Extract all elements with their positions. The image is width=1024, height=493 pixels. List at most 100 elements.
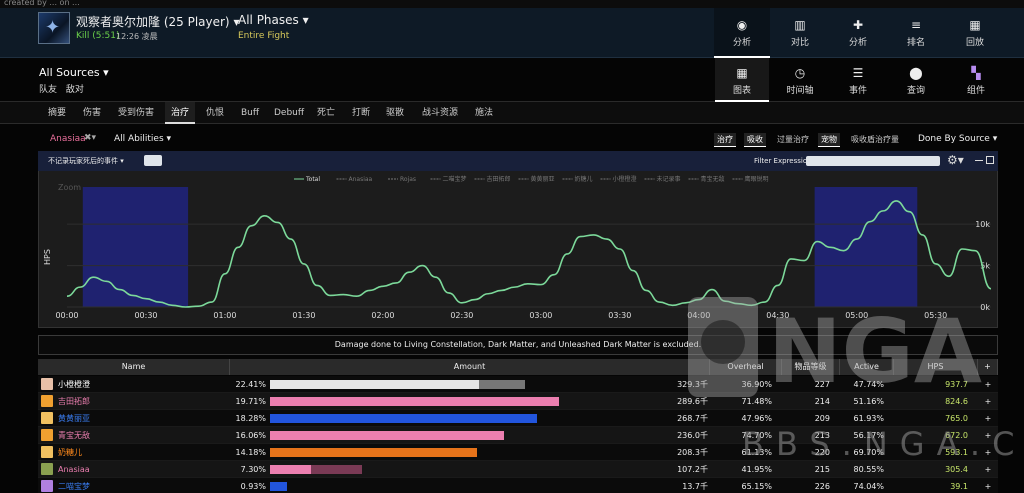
toggle-3[interactable]: 宠物 bbox=[818, 133, 840, 147]
amount-bar bbox=[270, 482, 288, 491]
x-tick-label: 02:30 bbox=[450, 311, 473, 320]
amount-percent: 19.71% bbox=[235, 397, 266, 406]
view-list[interactable]: ☰ 事件 bbox=[831, 58, 885, 102]
overheal-value: 71.48% bbox=[741, 397, 772, 406]
player-name[interactable]: 二喵宝梦 bbox=[58, 478, 90, 493]
topnav-label: 回放 bbox=[965, 38, 984, 48]
chevron-down-icon: ▾ bbox=[166, 134, 172, 144]
amount-percent: 0.93% bbox=[240, 482, 266, 491]
legend-entry: 小橙橙澄 bbox=[613, 175, 637, 183]
all-sources-dropdown[interactable]: All Sources ▾ bbox=[39, 66, 109, 79]
avatar bbox=[41, 395, 53, 407]
toggle-2[interactable]: 过量治疗 bbox=[774, 133, 812, 146]
topnav-replay[interactable]: ▦ 回放 bbox=[947, 8, 1003, 58]
expand-button[interactable]: + bbox=[978, 393, 998, 410]
column-header-6[interactable]: + bbox=[978, 359, 998, 375]
friendly-toggle[interactable]: 队友 bbox=[39, 85, 57, 95]
view-clock[interactable]: ◷ 时间轴 bbox=[773, 58, 827, 102]
column-header-2[interactable]: Overheal bbox=[710, 359, 782, 375]
topnav-puzzle[interactable]: ✚ 分析 bbox=[830, 8, 886, 58]
view-label: 时间轴 bbox=[786, 86, 814, 96]
gear-icon[interactable]: ⚙▾ bbox=[947, 153, 964, 167]
player-filter[interactable]: Anasiaa bbox=[50, 134, 86, 144]
player-name[interactable]: 奶糖儿 bbox=[58, 444, 82, 461]
tab-6[interactable]: Debuff bbox=[268, 102, 310, 124]
maximize-icon[interactable] bbox=[986, 156, 994, 164]
tab-3[interactable]: 治疗 bbox=[165, 102, 196, 124]
x-tick-label: 04:30 bbox=[766, 311, 789, 320]
zoom-label: Zoom bbox=[58, 183, 81, 192]
player-name[interactable]: Anasiaa bbox=[58, 461, 90, 478]
replay-icon: ▦ bbox=[969, 18, 981, 32]
column-header-0[interactable]: Name bbox=[38, 359, 230, 375]
topnav-label: 分析 bbox=[732, 38, 751, 48]
column-header-3[interactable]: 物品等级 bbox=[782, 359, 840, 375]
location-icon: ⬤ bbox=[909, 66, 923, 80]
player-name[interactable]: 黄黄丽亚 bbox=[58, 410, 90, 427]
view-table[interactable]: ▦ 图表 bbox=[715, 58, 769, 102]
player-name[interactable]: 青宝无敌 bbox=[58, 427, 90, 444]
kill-status: Kill (5:51) bbox=[76, 31, 120, 41]
list-icon: ☰ bbox=[852, 66, 864, 80]
table-row[interactable]: 吉田拓郎 19.71% 289.6千 71.48% 214 51.16% 824.6 + bbox=[38, 393, 998, 410]
chevron-down-icon: ▾ bbox=[120, 157, 124, 165]
overheal-bar bbox=[310, 465, 362, 474]
tab-2[interactable]: 受到伤害 bbox=[112, 102, 160, 124]
player-name[interactable]: 吉田拓郎 bbox=[58, 393, 90, 410]
tab-10[interactable]: 战斗资源 bbox=[416, 102, 464, 124]
x-tick-label: 02:00 bbox=[371, 311, 394, 320]
tab-4[interactable]: 仇恨 bbox=[200, 102, 230, 124]
column-header-1[interactable]: Amount bbox=[230, 359, 710, 375]
boss-name-dropdown[interactable]: 观察者奥尔加隆 (25 Player) ▾ bbox=[76, 13, 239, 30]
legend-entry: Anasiaa bbox=[349, 176, 373, 183]
done-by-dropdown[interactable]: Done By Source ▾ bbox=[918, 134, 997, 144]
toggle-4[interactable]: 吸收盾治疗量 bbox=[848, 133, 902, 146]
topnav-eye[interactable]: ◉ 分析 bbox=[714, 8, 770, 58]
enemy-toggle[interactable]: 敌对 bbox=[66, 85, 84, 95]
table-row[interactable]: 二喵宝梦 0.93% 13.7千 65.15% 226 74.04% 39.1 + bbox=[38, 478, 998, 493]
ilvl-value: 226 bbox=[814, 482, 830, 491]
boss-icon: ✦ bbox=[45, 17, 61, 38]
toggle-1[interactable]: 吸收 bbox=[744, 133, 766, 147]
tab-8[interactable]: 打断 bbox=[346, 102, 376, 124]
chevron-down-icon: ▾ bbox=[992, 134, 998, 144]
expand-button[interactable]: + bbox=[978, 478, 998, 493]
abilities-dropdown[interactable]: All Abilities ▾ bbox=[114, 134, 171, 144]
x-tick-label: 05:30 bbox=[924, 311, 947, 320]
toggle-0[interactable]: 治疗 bbox=[714, 133, 736, 147]
tab-5[interactable]: Buff bbox=[235, 102, 265, 124]
watermark-url: BBS.NGA.CN bbox=[742, 425, 1024, 463]
widgets-icon: ▚ bbox=[971, 66, 981, 80]
eye-icon: ◉ bbox=[736, 18, 748, 32]
expand-button[interactable]: + bbox=[978, 461, 998, 478]
avatar bbox=[41, 412, 53, 424]
avatar bbox=[41, 480, 53, 492]
phases-dropdown[interactable]: All Phases ▾ bbox=[238, 13, 309, 27]
topnav-compare[interactable]: ▥ 对比 bbox=[772, 8, 828, 58]
column-header-4[interactable]: Active bbox=[840, 359, 894, 375]
overheal-value: 36.90% bbox=[741, 380, 772, 389]
tab-7[interactable]: 死亡 bbox=[311, 102, 341, 124]
death-filter-dropdown[interactable]: 不记录玩家死后的事件 ▾ bbox=[48, 156, 124, 166]
column-header-5[interactable]: HPS bbox=[894, 359, 978, 375]
amount-bar bbox=[270, 431, 505, 440]
topnav-rank[interactable]: ≡ 排名 bbox=[888, 8, 944, 58]
tab-0[interactable]: 摘要 bbox=[42, 102, 72, 124]
player-name[interactable]: 小橙橙澄 bbox=[58, 376, 90, 393]
amount-bar bbox=[270, 380, 479, 389]
expand-button[interactable]: + bbox=[978, 376, 998, 393]
ilvl-value: 227 bbox=[814, 380, 830, 389]
death-filter-box[interactable] bbox=[144, 155, 162, 166]
filter-expression-input[interactable] bbox=[806, 156, 940, 166]
table-row[interactable]: Anasiaa 7.30% 107.2千 41.95% 215 80.55% 305.4 + bbox=[38, 461, 998, 478]
tab-11[interactable]: 施法 bbox=[469, 102, 499, 124]
view-location[interactable]: ⬤ 查询 bbox=[889, 58, 943, 102]
minimize-icon[interactable] bbox=[975, 156, 983, 161]
amount-bar bbox=[270, 465, 311, 474]
close-icon[interactable]: ✖▾ bbox=[84, 133, 96, 143]
tab-9[interactable]: 驱散 bbox=[380, 102, 410, 124]
tab-1[interactable]: 伤害 bbox=[77, 102, 107, 124]
table-row[interactable]: 小橙橙澄 22.41% 329.3千 36.90% 227 47.74% 937.7 + bbox=[38, 376, 998, 393]
view-label: 事件 bbox=[848, 86, 867, 96]
view-widgets[interactable]: ▚ 组件 bbox=[949, 58, 1003, 102]
